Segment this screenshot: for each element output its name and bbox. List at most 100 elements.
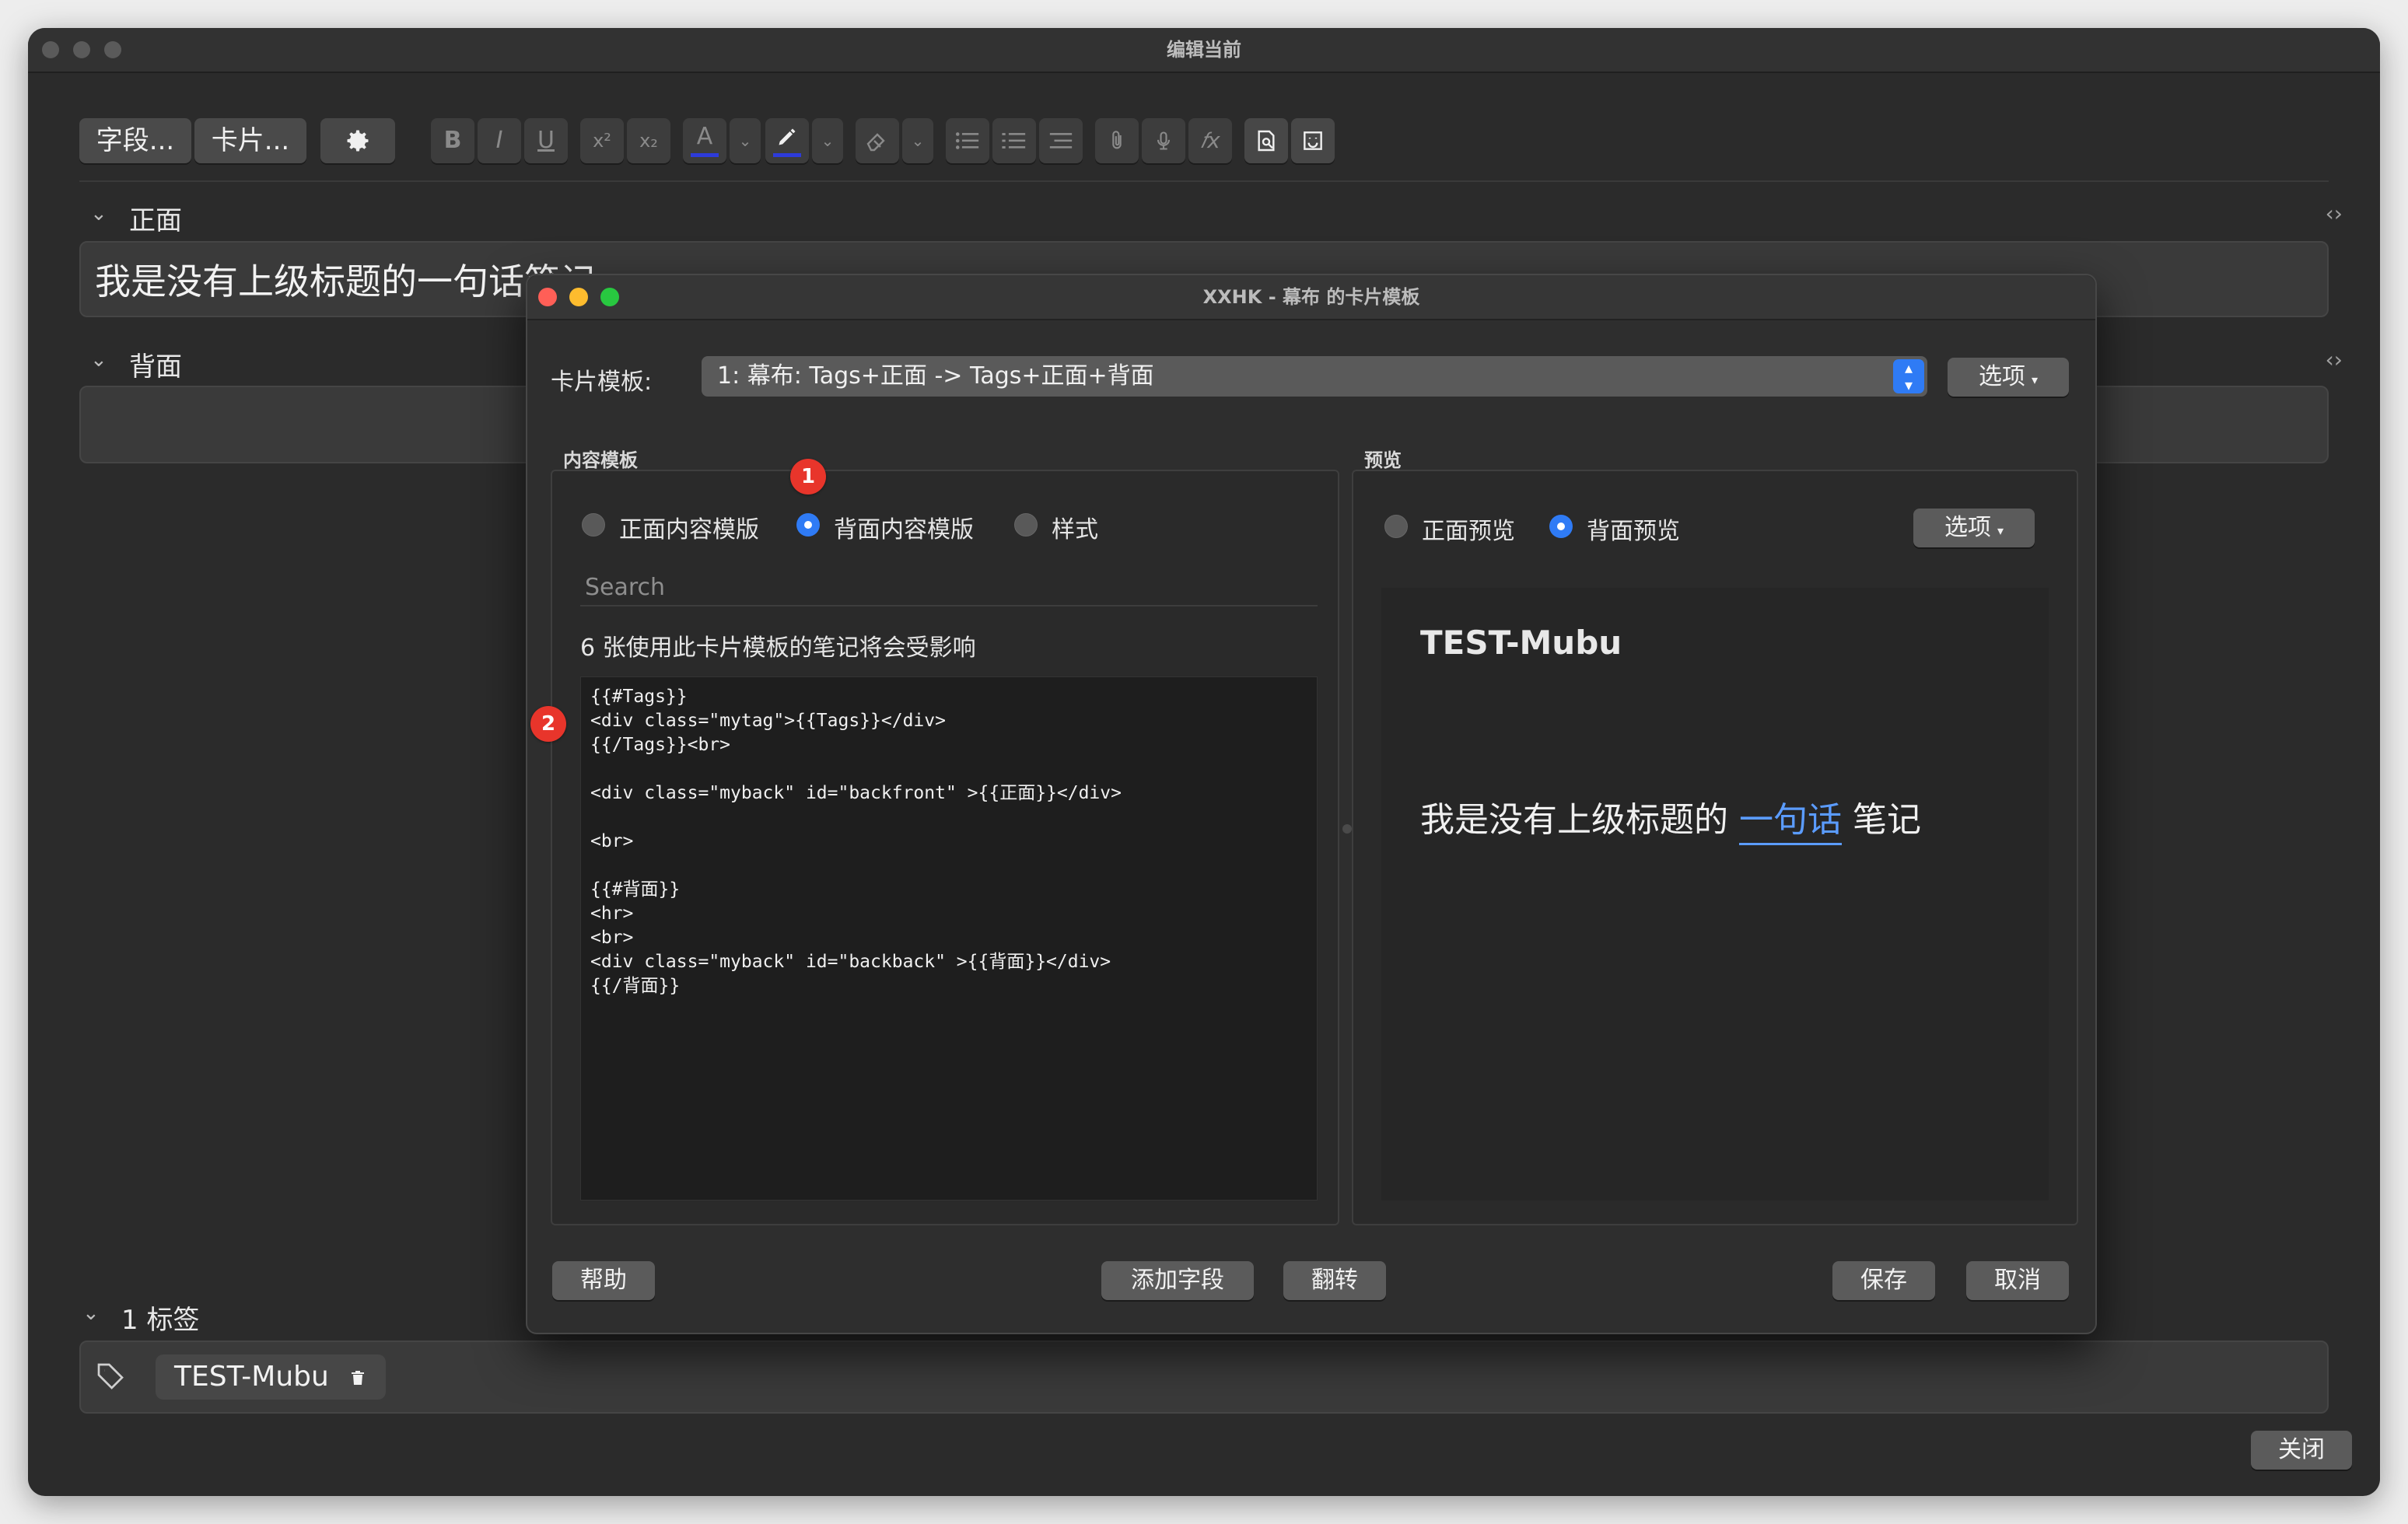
options-caret-icon: ▾ [2031,372,2039,387]
front-html-toggle-icon[interactable]: ‹› [2326,201,2343,226]
code-line: <div class="myback" id="backback" >{{背面}… [590,952,1111,972]
gear-icon[interactable] [320,118,395,163]
front-field-label: 正面 [129,205,182,236]
back-preview-radio[interactable] [1549,515,1573,538]
code-line: {{#Tags}} [590,687,688,707]
back-template-radio-label[interactable]: 背面内容模版 [834,510,974,544]
affected-notes-notice: 6 张使用此卡片模板的笔记将会受影响 [580,634,976,662]
attach-icon[interactable] [1095,118,1139,163]
tag-chip-label: TEST-Mubu [174,1361,329,1393]
cancel-button[interactable]: 取消 [1966,1261,2069,1300]
highlight-swatch [773,153,801,157]
preview-text-after: 笔记 [1842,800,1921,840]
back-field-label: 背面 [129,351,182,383]
tags-label: 1 标签 [121,1305,200,1336]
code-line: {{/背面}} [590,976,681,996]
card-template-select[interactable]: 1: 幕布: Tags+正面 -> Tags+正面+背面 ▴ ▾ [702,356,1927,397]
text-color-icon[interactable]: A [683,118,726,163]
dialog-title: XXHK - 幕布 的卡片模板 [1202,286,1420,308]
smile-icon[interactable] [1291,118,1335,163]
code-line: <div class="mytag">{{Tags}}</div> [590,711,946,731]
front-preview-radio-label[interactable]: 正面预览 [1422,512,1515,546]
trash-icon[interactable] [348,1367,367,1389]
preview-panel: 正面预览 背面预览 选项 ▾ TEST-Mubu 我是没有上级标题的 一句话 笔记 [1352,470,2078,1225]
card-template-dialog: XXHK - 幕布 的卡片模板 卡片模板: 1: 幕布: Tags+正面 -> … [526,274,2097,1334]
highlight-dropdown-icon[interactable]: ⌄ [812,118,843,163]
annotation-badge-2: 2 [530,706,566,742]
text-color-glyph: A [696,123,713,150]
align-icon[interactable] [1039,118,1083,163]
dialog-titlebar: XXHK - 幕布 的卡片模板 [527,275,2095,320]
function-icon[interactable]: 𝑓x [1188,118,1232,163]
front-field-text: 我是没有上级标题的一句话笔记 [95,260,596,302]
code-line: <br> [590,928,634,948]
preview-options-caret-icon: ▾ [1997,523,2004,538]
toolbar-divider [79,180,2329,182]
options-button[interactable]: 选项 ▾ [1948,358,2069,397]
underline-icon[interactable]: U [524,118,568,163]
fields-button[interactable]: 字段... [79,118,191,163]
front-collapse-chevron-icon[interactable]: ⌄ [90,202,107,225]
front-preview-radio[interactable] [1384,515,1408,538]
content-template-panel: 正面内容模版 背面内容模版 样式 6 张使用此卡片模板的笔记将会受影响 {{#T… [551,470,1339,1225]
preview-section-label: 预览 [1364,449,1402,471]
subscript-icon[interactable]: x₂ [627,118,670,163]
back-template-radio[interactable] [796,513,820,537]
highlight-icon[interactable] [765,118,809,163]
template-code-editor[interactable]: {{#Tags}} <div class="mytag">{{Tags}}</d… [580,676,1318,1201]
tag-icon [95,1361,126,1395]
back-collapse-chevron-icon[interactable]: ⌄ [90,348,107,372]
text-color-swatch [691,153,719,157]
front-template-radio[interactable] [582,513,605,537]
front-template-radio-label[interactable]: 正面内容模版 [619,510,759,544]
bullet-list-icon[interactable] [946,118,989,163]
preview-text-highlight: 一句话 [1739,800,1842,845]
search-input[interactable] [580,569,1318,606]
back-html-toggle-icon[interactable]: ‹› [2326,347,2343,372]
preview-back-text: 我是没有上级标题的 一句话 笔记 [1420,792,1921,845]
preview-tag: TEST-Mubu [1420,624,1622,662]
cards-button[interactable]: 卡片... [194,118,306,163]
tag-chip[interactable]: TEST-Mubu [156,1354,387,1400]
options-button-label: 选项 [1978,363,2025,390]
save-button[interactable]: 保存 [1832,1261,1935,1300]
find-icon[interactable] [1244,118,1288,163]
card-template-value: 1: 幕布: Tags+正面 -> Tags+正面+背面 [717,362,1154,390]
mic-icon[interactable] [1142,118,1185,163]
code-line: {{/Tags}}<br> [590,735,731,755]
close-button[interactable]: 关闭 [2251,1431,2352,1470]
select-arrows-icon: ▴ ▾ [1893,359,1924,393]
code-line: {{#背面}} [590,879,681,900]
code-line: <br> [590,831,634,851]
preview-options-button-label: 选项 [1944,514,1991,541]
preview-options-button[interactable]: 选项 ▾ [1913,509,2035,547]
card-preview: TEST-Mubu 我是没有上级标题的 一句话 笔记 [1381,588,2049,1201]
style-radio[interactable] [1014,513,1038,537]
code-line: <div class="myback" id="backfront" >{{正面… [590,783,1122,803]
back-preview-radio-label[interactable]: 背面预览 [1587,512,1680,546]
numbered-list-icon[interactable] [992,118,1036,163]
superscript-icon[interactable]: x² [580,118,624,163]
help-button[interactable]: 帮助 [552,1261,655,1300]
text-color-dropdown-icon[interactable]: ⌄ [730,118,761,163]
bold-icon[interactable]: B [431,118,474,163]
flip-button[interactable]: 翻转 [1283,1261,1386,1300]
tags-editor[interactable]: TEST-Mubu [79,1340,2329,1414]
eraser-dropdown-icon[interactable]: ⌄ [902,118,933,163]
annotation-badge-1: 1 [790,459,826,495]
tags-collapse-chevron-icon[interactable]: ⌄ [82,1302,100,1325]
content-section-label: 内容模板 [563,449,638,471]
eraser-icon[interactable] [856,118,899,163]
add-field-button[interactable]: 添加字段 [1101,1261,1254,1300]
preview-text-before: 我是没有上级标题的 [1420,800,1739,840]
window-titlebar: 编辑当前 [28,28,2380,73]
style-radio-label[interactable]: 样式 [1052,510,1098,544]
code-line: <hr> [590,904,634,924]
splitter-handle[interactable] [1342,824,1352,834]
italic-icon[interactable]: I [478,118,521,163]
window-title: 编辑当前 [1167,39,1241,61]
card-template-label: 卡片模板: [551,369,653,396]
